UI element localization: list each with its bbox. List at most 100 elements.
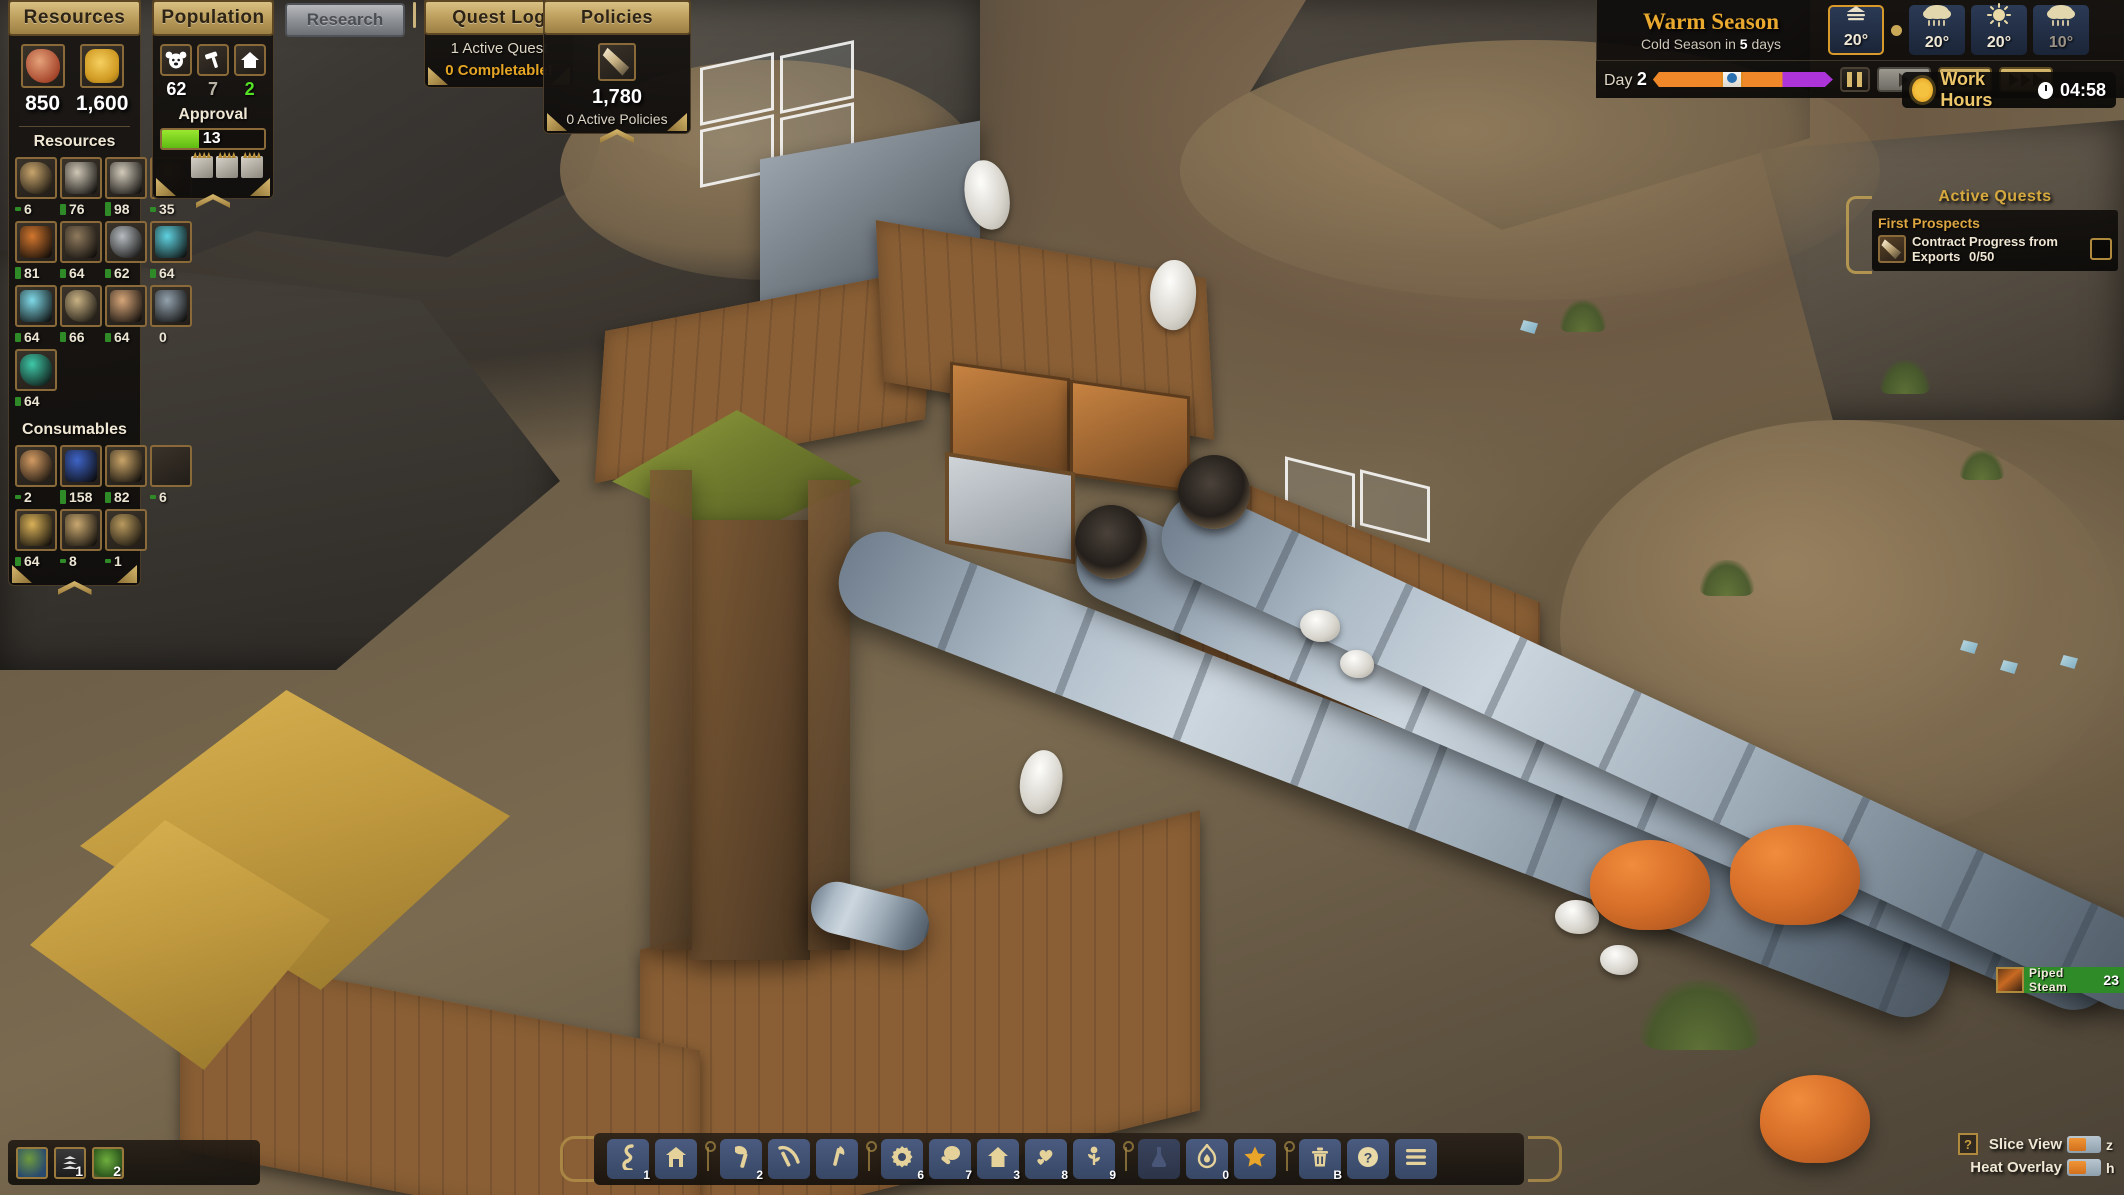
policies-title[interactable]: Policies: [543, 0, 691, 35]
population-panel[interactable]: Population 62 7 2 Approval 13: [152, 0, 274, 208]
axe-icon: [729, 1144, 753, 1175]
ore-chunk: [1600, 945, 1638, 975]
build-toolbar[interactable]: 1 2 6 7 3 8 9 0 B?: [594, 1133, 1524, 1185]
piped-steam-indicator[interactable]: Piped Steam 23: [1996, 966, 2124, 994]
storage-crate[interactable]: [1070, 379, 1190, 493]
consumable-cell[interactable]: 1: [105, 509, 147, 569]
quest-card[interactable]: First Prospects Contract Progress from E…: [1872, 210, 2118, 271]
consumable-cell[interactable]: 6: [150, 445, 192, 505]
resource-amount: 0: [159, 329, 167, 345]
farming-button[interactable]: 9: [1073, 1139, 1116, 1182]
coins-amount: 1,600: [75, 92, 129, 115]
weather-forecast[interactable]: 20° 20° 20° 10°: [1825, 3, 2092, 55]
overlay-toggles[interactable]: ? Slice View z Heat Overlay h: [1958, 1133, 2118, 1179]
approval-bar[interactable]: 13: [160, 128, 266, 150]
resource-fill-bar: [105, 332, 111, 342]
pause-button[interactable]: [1839, 67, 1870, 92]
industry-button[interactable]: 6: [881, 1139, 924, 1182]
beaver-head-icon[interactable]: [160, 44, 193, 76]
slice-view-row[interactable]: Slice View z: [1958, 1133, 2118, 1156]
slice-view-toggle[interactable]: [2067, 1136, 2101, 1153]
woodcutting-button[interactable]: 2: [720, 1139, 763, 1182]
decorations-button[interactable]: [1234, 1139, 1276, 1179]
terrain-icon[interactable]: 1: [54, 1146, 86, 1179]
minimap-icon[interactable]: [16, 1146, 48, 1179]
map-layers-tray[interactable]: 1 2: [8, 1140, 260, 1185]
orange-boulder[interactable]: [1730, 825, 1860, 925]
resources-panel[interactable]: Resources 850 1,600 Resources 6 76 98 35 81 6…: [8, 0, 192, 595]
approval-chip[interactable]: [241, 156, 263, 178]
resource-cell[interactable]: 6: [15, 157, 57, 217]
resource-cell[interactable]: 64: [15, 285, 57, 345]
day-progress-track[interactable]: [1653, 72, 1833, 87]
build-road-button[interactable]: 1: [607, 1139, 650, 1182]
housing-button[interactable]: [655, 1139, 697, 1179]
primary-resource-food[interactable]: 850: [20, 44, 65, 116]
approval-chip[interactable]: [191, 156, 213, 178]
forestry-button[interactable]: [816, 1139, 858, 1179]
consumables-grid[interactable]: 2 158 82 6 64 8 1: [9, 445, 192, 569]
primary-resource-coins[interactable]: 1,600: [75, 44, 129, 116]
orange-boulder[interactable]: [1760, 1075, 1870, 1163]
food-button[interactable]: 7: [929, 1139, 972, 1182]
heat-overlay-row[interactable]: Heat Overlay h: [1958, 1156, 2118, 1179]
season-weather-bar: Warm Season Cold Season in 5 days 20° 20°…: [1596, 0, 2124, 60]
hammer-icon[interactable]: [196, 44, 229, 76]
tower-support-beam: [808, 480, 850, 950]
research-tab[interactable]: Research: [285, 3, 405, 37]
consumable-cell[interactable]: 2: [15, 445, 57, 505]
help-button[interactable]: ?: [1347, 1139, 1389, 1179]
resource-cell[interactable]: 81: [15, 221, 57, 281]
resource-cell[interactable]: 98: [105, 157, 147, 217]
day-label: Day 2: [1604, 69, 1647, 90]
active-quests-hud[interactable]: Active Quests First Prospects Contract P…: [1846, 188, 2118, 274]
services-button[interactable]: 8: [1025, 1139, 1068, 1182]
rain-cloud-icon: [2045, 3, 2077, 34]
forest-icon[interactable]: 2: [92, 1146, 124, 1179]
question-icon: ?: [1356, 1145, 1380, 1174]
scroll-ornament: [1846, 196, 1872, 274]
menu-button[interactable]: [1395, 1139, 1437, 1179]
house-icon[interactable]: [233, 44, 266, 76]
resource-cell[interactable]: 62: [105, 221, 147, 281]
resource-cell[interactable]: 66: [60, 285, 102, 345]
resource-cell[interactable]: 64: [60, 221, 102, 281]
consumable-cell[interactable]: 158: [60, 445, 102, 505]
help-hint-icon[interactable]: ?: [1958, 1133, 1978, 1155]
resource-cell[interactable]: 64: [150, 221, 192, 281]
forecast-tile-1[interactable]: 20°: [1909, 5, 1965, 55]
consumable-cell[interactable]: 64: [15, 509, 57, 569]
demolish-button[interactable]: B: [1299, 1139, 1342, 1182]
resources-panel-title[interactable]: Resources: [8, 0, 141, 36]
game-viewport[interactable]: [0, 0, 2124, 1195]
consumable-cell[interactable]: 8: [60, 509, 102, 569]
approval-chip[interactable]: [216, 156, 238, 178]
day-progress-knob[interactable]: [1721, 66, 1743, 92]
mining-button[interactable]: [768, 1139, 810, 1179]
population-panel-title[interactable]: Population: [152, 0, 274, 36]
forecast-tile-2[interactable]: 20°: [1971, 3, 2027, 55]
orange-boulder[interactable]: [1590, 840, 1710, 930]
science-button[interactable]: [1138, 1139, 1180, 1179]
resources-grid[interactable]: 6 76 98 35 81 64 62 64 64 66 64 0 64: [9, 157, 192, 409]
resource-cell[interactable]: 64: [15, 349, 57, 409]
approval-face-chips[interactable]: [153, 150, 273, 178]
forecast-tile-0[interactable]: 20°: [1828, 5, 1884, 55]
consumable-fill-bar: [105, 491, 111, 503]
forecast-tile-3[interactable]: 10°: [2033, 5, 2089, 55]
grass-tuft: [1880, 360, 1930, 394]
resource-cell[interactable]: 76: [60, 157, 102, 217]
quest-complete-checkbox[interactable]: [2090, 238, 2112, 260]
fire-button[interactable]: 0: [1186, 1139, 1229, 1182]
heat-overlay-toggle[interactable]: [2067, 1159, 2101, 1176]
active-quests-title: Active Quests: [1938, 188, 2052, 205]
policies-panel[interactable]: Policies 1,780 0 Active Policies: [543, 0, 691, 143]
resource-cell[interactable]: 0: [150, 285, 192, 345]
ore-chunk: [1340, 650, 1374, 678]
consumable-cell[interactable]: 82: [105, 445, 147, 505]
shelter-button[interactable]: 3: [977, 1139, 1020, 1182]
grass-tuft: [1560, 300, 1606, 332]
resource-cell[interactable]: 64: [105, 285, 147, 345]
water-tower[interactable]: [690, 520, 810, 960]
ingot-icon: [15, 285, 57, 327]
